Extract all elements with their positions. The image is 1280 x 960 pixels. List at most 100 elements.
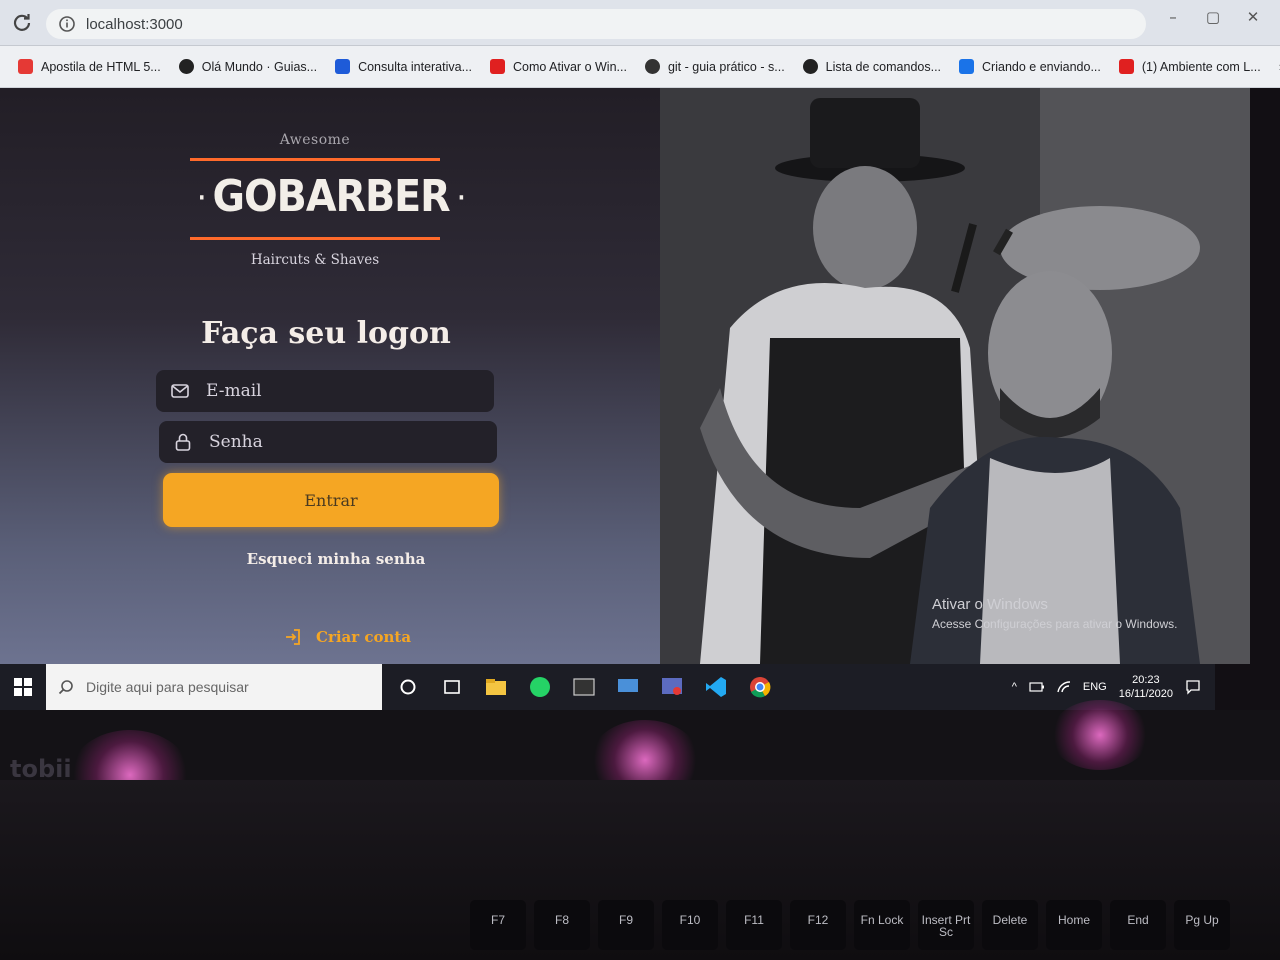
lock-icon (175, 433, 191, 451)
keyboard-key: Delete (982, 900, 1038, 950)
search-placeholder: Digite aqui para pesquisar (86, 679, 249, 695)
minimize-icon[interactable]: – (1164, 8, 1182, 26)
chevron-up-icon[interactable]: ^ (1012, 681, 1017, 693)
terminal-icon[interactable] (572, 675, 596, 699)
remote-desktop-icon[interactable] (616, 675, 640, 699)
taskbar-search[interactable]: Digite aqui para pesquisar (46, 664, 382, 710)
bookmark-item[interactable]: Olá Mundo · Guias... (178, 59, 318, 74)
task-view-icon[interactable] (440, 675, 464, 699)
watermark-title: Ativar o Windows (932, 596, 1048, 613)
bookmark-favicon-icon (18, 59, 33, 74)
snipping-tool-icon[interactable] (660, 675, 684, 699)
create-account-label: Criar conta (316, 628, 412, 646)
close-icon[interactable]: ✕ (1244, 8, 1262, 26)
bookmark-label: Criando e enviando... (982, 59, 1101, 74)
logo-divider (190, 237, 440, 240)
clock[interactable]: 20:23 16/11/2020 (1119, 673, 1173, 701)
pinned-apps (396, 675, 772, 699)
address-bar[interactable]: localhost:3000 (46, 9, 1146, 39)
page-content: Awesome · GOBARBER · Haircuts & Shaves Faç… (0, 88, 1250, 664)
log-in-icon (286, 629, 300, 645)
git-icon (644, 59, 660, 74)
clock-time: 20:23 (1132, 674, 1160, 686)
wifi-icon[interactable] (1057, 681, 1071, 693)
eye-tracker-light-right (1050, 700, 1150, 770)
logo-dot: · (198, 186, 205, 211)
github-icon (178, 59, 194, 74)
email-field[interactable] (156, 370, 494, 412)
notifications-icon[interactable] (1185, 679, 1201, 695)
password-input[interactable] (209, 432, 469, 452)
login-panel: Awesome · GOBARBER · Haircuts & Shaves Faç… (0, 88, 660, 664)
maximize-icon[interactable]: ▢ (1204, 8, 1222, 26)
browser-toolbar: localhost:3000 – ▢ ✕ (0, 0, 1280, 46)
window-controls: – ▢ ✕ (1164, 8, 1262, 26)
vscode-icon[interactable] (704, 675, 728, 699)
logo-divider (190, 158, 440, 161)
keyboard-key: End (1110, 900, 1166, 950)
function-key-row: F7 F8 F9 F10 F11 F12 Fn Lock Insert Prt … (470, 900, 1230, 950)
bookmark-item[interactable]: Apostila de HTML 5... (18, 59, 161, 74)
keyboard-key: Insert Prt Sc (918, 900, 974, 950)
bookmark-label: git - guia prático - s... (667, 59, 785, 74)
clock-date: 16/11/2020 (1118, 688, 1173, 700)
eye-tracker-brand: tobii (10, 755, 72, 783)
cortana-icon[interactable] (396, 675, 420, 699)
hero-image-panel: Ativar o Windows Acesse Configurações pa… (660, 88, 1250, 664)
language-indicator[interactable]: ENG (1083, 681, 1107, 693)
bookmark-item[interactable]: Criando e enviando... (959, 59, 1101, 74)
youtube-icon (1118, 59, 1134, 74)
bookmark-favicon-icon (959, 59, 975, 74)
bookmark-label: Olá Mundo · Guias... (201, 59, 318, 74)
watermark-subtitle: Acesse Configurações para ativar o Windo… (932, 617, 1178, 631)
keyboard-key: F10 (662, 900, 718, 950)
bookmark-label: Apostila de HTML 5... (41, 59, 161, 74)
keyboard-key: F8 (534, 900, 590, 950)
battery-icon[interactable] (1029, 681, 1045, 693)
keyboard-key: Home (1046, 900, 1102, 950)
keyboard-key: Fn Lock (854, 900, 910, 950)
password-field[interactable] (159, 421, 497, 463)
windows-logo-icon (14, 678, 32, 696)
keyboard-key: F7 (470, 900, 526, 950)
github-icon (802, 59, 818, 74)
file-explorer-icon[interactable] (484, 675, 508, 699)
bookmark-item[interactable]: Como Ativar o Win... (490, 59, 627, 74)
whatsapp-icon[interactable] (528, 675, 552, 699)
windows-taskbar: Digite aqui para pesquisar ^ ENG 20:23 1… (0, 664, 1215, 710)
form-title: Faça seu logon (201, 316, 451, 351)
bookmark-item[interactable]: Consulta interativa... (335, 59, 472, 74)
forgot-password-link[interactable]: Esqueci minha senha (196, 550, 476, 568)
keyboard-key: F11 (726, 900, 782, 950)
bookmark-label: Lista de comandos... (825, 59, 942, 74)
keyboard-key: F9 (598, 900, 654, 950)
bookmark-favicon-icon (335, 59, 351, 74)
bookmark-label: Consulta interativa... (358, 59, 473, 74)
logo-dot: · (457, 186, 465, 211)
gobarber-logo: Awesome · GOBARBER · Haircuts & Shaves (190, 132, 465, 268)
bookmark-item[interactable]: Lista de comandos... (802, 59, 942, 74)
bookmark-label: (1) Ambiente com L... (1141, 59, 1261, 74)
search-icon (58, 680, 73, 695)
mail-icon (171, 384, 189, 398)
keyboard-key: F12 (790, 900, 846, 950)
reload-icon[interactable] (12, 12, 32, 32)
keyboard-key: Pg Up (1174, 900, 1230, 950)
system-tray: ^ ENG 20:23 16/11/2020 (1012, 673, 1215, 701)
logo-sub-text: Haircuts & Shaves (250, 252, 380, 268)
email-input[interactable] (206, 381, 466, 401)
url-text[interactable]: localhost:3000 (86, 16, 183, 33)
windows-activation-watermark: Ativar o Windows Acesse Configurações pa… (932, 596, 1177, 631)
login-button[interactable]: Entrar (163, 473, 499, 527)
logo-main-text: · GOBARBER · (190, 169, 465, 227)
bookmark-item[interactable]: (1) Ambiente com L... (1118, 59, 1261, 74)
create-account-link[interactable]: Criar conta (284, 628, 411, 646)
bookmark-item[interactable]: git - guia prático - s... (644, 59, 785, 74)
chrome-icon[interactable] (748, 675, 772, 699)
bookmarks-bar: Apostila de HTML 5... Olá Mundo · Guias.… (0, 46, 1280, 88)
start-button[interactable] (0, 664, 46, 710)
info-icon[interactable] (58, 15, 76, 33)
barber-photo (660, 88, 1250, 664)
logo-top-text: Awesome (279, 132, 351, 148)
logo-brand: GOBARBER (212, 171, 451, 222)
